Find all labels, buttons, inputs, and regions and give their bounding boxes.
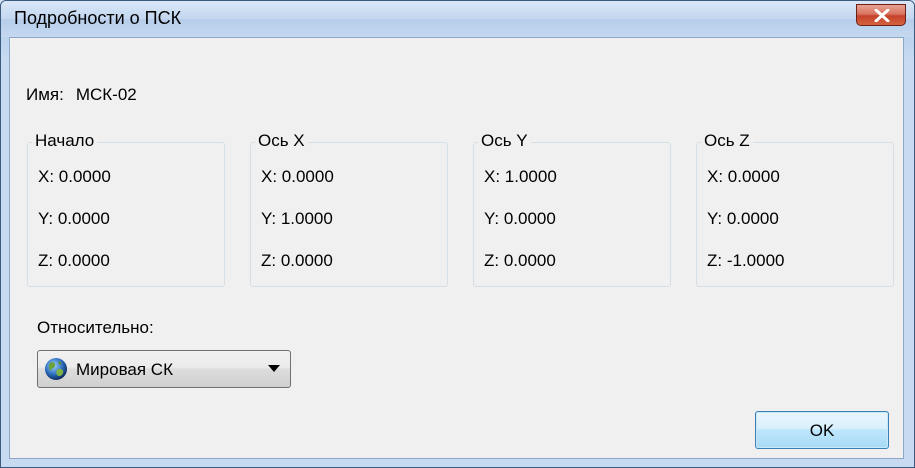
ok-button-label: OK [809,421,835,440]
dropdown-selected-value: Мировая СК [76,360,173,379]
group-z-axis: Ось Z X: 0.0000 Y: 0.0000 Z: -1.0000 [696,131,894,287]
group-title: Ось Z [701,131,753,151]
origin-z-value: Z: 0.0000 [38,251,110,270]
dialog-client-area: Имя: МСК-02 Начало X: 0.0000 Y: 0.0000 Z:… [9,37,904,459]
y-axis-y-value: Y: 0.0000 [484,209,556,228]
y-axis-x-value: X: 1.0000 [484,167,557,186]
group-title: Начало [32,131,98,151]
x-axis-y-value: Y: 1.0000 [261,209,333,228]
close-icon [874,9,890,22]
ok-button[interactable]: OK [755,411,889,449]
name-label: Имя: [26,85,64,104]
dialog-window: Подробности о ПСК Имя: МСК-02 Начало X: 0… [0,0,915,468]
group-y-axis: Ось Y X: 1.0000 Y: 0.0000 Z: 0.0000 [473,131,671,287]
window-title: Подробности о ПСК [14,8,182,28]
x-axis-x-value: X: 0.0000 [261,167,334,186]
name-value: МСК-02 [75,85,137,104]
y-axis-z-value: Z: 0.0000 [484,251,556,270]
origin-y-value: Y: 0.0000 [38,209,110,228]
name-row: Имя: МСК-02 [26,85,137,105]
chevron-down-icon [268,365,280,372]
group-x-axis: Ось X X: 0.0000 Y: 1.0000 Z: 0.0000 [250,131,448,287]
relative-label: Относительно: [37,318,154,337]
z-axis-x-value: X: 0.0000 [707,167,780,186]
x-axis-z-value: Z: 0.0000 [261,251,333,270]
relative-ucs-dropdown[interactable]: Мировая СК [37,350,291,388]
group-title: Ось X [255,131,308,151]
z-axis-y-value: Y: 0.0000 [707,209,779,228]
globe-icon [45,358,67,380]
group-title: Ось Y [478,131,531,151]
close-button[interactable] [856,4,906,26]
title-bar[interactable]: Подробности о ПСК [1,1,914,37]
group-origin: Начало X: 0.0000 Y: 0.0000 Z: 0.0000 [27,131,225,287]
origin-x-value: X: 0.0000 [38,167,111,186]
z-axis-z-value: Z: -1.0000 [707,251,785,270]
